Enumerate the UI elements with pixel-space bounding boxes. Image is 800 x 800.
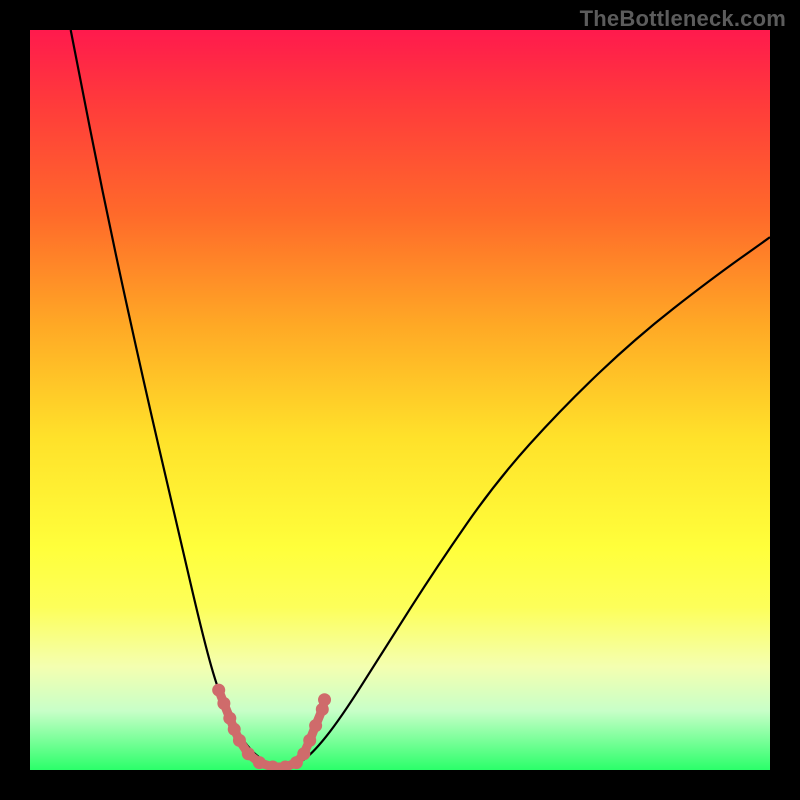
highlight-point: [303, 734, 316, 747]
highlight-point: [242, 747, 255, 760]
highlight-point: [228, 723, 241, 736]
left-branch-curve: [71, 30, 276, 766]
right-branch-curve: [293, 237, 770, 766]
plot-area: [30, 30, 770, 770]
highlight-point: [223, 712, 236, 725]
highlight-point: [309, 719, 322, 732]
watermark-text: TheBottleneck.com: [580, 6, 786, 32]
curves-svg: [30, 30, 770, 770]
highlight-point: [297, 747, 310, 760]
highlight-point: [253, 756, 266, 769]
chart-frame: TheBottleneck.com: [0, 0, 800, 800]
highlight-marker-dots: [212, 684, 331, 770]
highlight-point: [212, 684, 225, 697]
highlight-point: [217, 697, 230, 710]
highlight-point: [233, 734, 246, 747]
highlight-point: [318, 693, 331, 706]
